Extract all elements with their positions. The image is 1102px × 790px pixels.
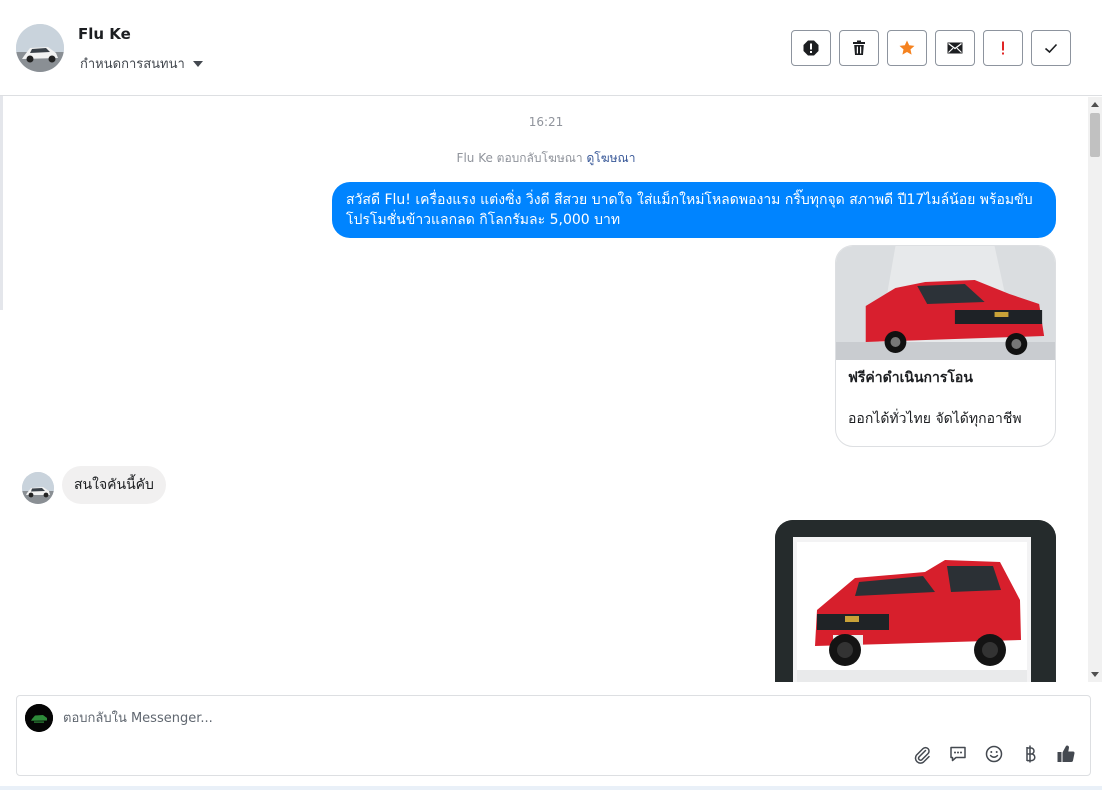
contact-avatar[interactable] <box>16 24 64 72</box>
truck-photo <box>775 520 1056 682</box>
sender-avatar <box>22 472 54 504</box>
thread-scrollbar[interactable] <box>1088 97 1102 682</box>
page-logo-icon <box>25 704 53 732</box>
mark-unread-button[interactable] <box>935 30 975 66</box>
ad-card-image <box>836 246 1055 360</box>
assign-conversation-dropdown[interactable]: กำหนดการสนทนา <box>80 53 203 74</box>
spam-icon <box>803 40 819 56</box>
check-icon <box>1044 43 1058 54</box>
car-photo-icon <box>22 472 54 504</box>
request-payment-button[interactable] <box>1018 742 1042 766</box>
ad-card-description: ออกได้ทั่วไทย จัดได้ทุกอาชีพ <box>848 411 1022 427</box>
mark-spam-button[interactable] <box>791 30 831 66</box>
mail-icon <box>947 42 963 54</box>
thumbs-up-icon <box>1057 745 1075 763</box>
ad-reply-text: Flu Ke ตอบกลับโฆษณา <box>456 151 583 165</box>
page-avatar <box>25 704 53 732</box>
paperclip-icon <box>914 746 930 764</box>
left-divider <box>0 96 3 310</box>
messenger-inbox-conversation: Flu Ke กำหนดการสนทนา 16:21 Flu Ke ตอบกลั… <box>0 0 1102 790</box>
reply-input[interactable] <box>63 706 963 730</box>
scroll-up-arrow-icon[interactable] <box>1091 102 1099 107</box>
baht-currency-icon <box>1026 745 1036 763</box>
image-message[interactable] <box>775 520 1056 682</box>
chat-bubble-icon <box>950 746 966 762</box>
trash-icon <box>853 40 865 55</box>
caret-down-icon <box>192 60 203 67</box>
assign-label: กำหนดการสนทนา <box>80 57 185 72</box>
message-thread: 16:21 Flu Ke ตอบกลับโฆษณา ดูโฆษณา สวัสดี… <box>4 97 1088 682</box>
scrollbar-thumb[interactable] <box>1090 113 1100 157</box>
conversation-toolbar <box>791 30 1071 66</box>
ad-reply-notice: Flu Ke ตอบกลับโฆษณา ดูโฆษณา <box>4 149 1088 168</box>
view-ad-link[interactable]: ดูโฆษณา <box>587 151 636 165</box>
message-timestamp: 16:21 <box>528 115 564 129</box>
ad-card[interactable]: ฟรีค่าดำเนินการโอน ออกได้ทั่วไทย จัดได้ท… <box>835 245 1056 447</box>
scroll-down-arrow-icon[interactable] <box>1091 672 1099 677</box>
delete-button[interactable] <box>839 30 879 66</box>
star-icon <box>899 40 915 55</box>
contact-name: Flu Ke <box>78 25 131 43</box>
reply-composer <box>16 695 1091 776</box>
conversation-header: Flu Ke กำหนดการสนทนา <box>0 0 1102 96</box>
outgoing-message-bubble: สวัสดี Flu! เครื่องแรง แต่งซิ่ง วิ่งดี ส… <box>332 182 1056 238</box>
mark-important-button[interactable] <box>983 30 1023 66</box>
star-button[interactable] <box>887 30 927 66</box>
composer-toolbar <box>910 742 1078 766</box>
incoming-message-bubble: สนใจคันนี้คับ <box>62 466 166 504</box>
saved-replies-button[interactable] <box>946 742 970 766</box>
smiley-icon <box>985 745 1003 763</box>
car-photo-icon <box>16 24 64 72</box>
mark-done-button[interactable] <box>1031 30 1071 66</box>
attach-file-button[interactable] <box>910 742 934 766</box>
window-bottom-edge <box>0 786 1102 790</box>
ad-card-title: ฟรีค่าดำเนินการโอน <box>848 370 973 386</box>
emoji-button[interactable] <box>982 742 1006 766</box>
important-icon <box>1002 41 1004 55</box>
send-like-button[interactable] <box>1054 742 1078 766</box>
